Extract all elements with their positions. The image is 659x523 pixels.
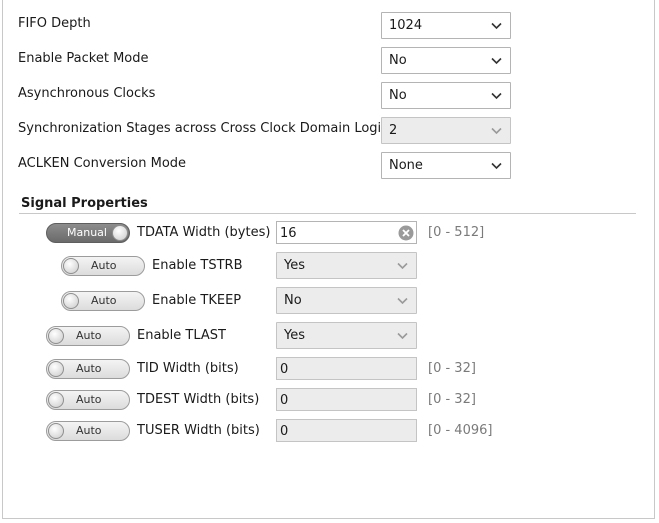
chevron-down-icon	[491, 92, 502, 100]
sync-stages-label: Synchronization Stages across Cross Cloc…	[18, 121, 389, 136]
enable-packet-mode-value: No	[389, 53, 407, 68]
toggle-label: Manual	[67, 226, 107, 239]
enable-tlast-value: Yes	[284, 328, 305, 343]
chevron-down-icon	[491, 57, 502, 65]
tdata-width-mode-toggle[interactable]: Manual	[46, 223, 130, 243]
tuser-width-input[interactable]: 0	[276, 419, 417, 442]
toggle-knob	[112, 225, 128, 241]
toggle-label: Auto	[76, 362, 102, 375]
toggle-label: Auto	[76, 424, 102, 437]
tdata-width-label: TDATA Width (bytes)	[137, 225, 271, 240]
enable-tkeep-mode-toggle[interactable]: Auto	[61, 291, 145, 311]
toggle-knob	[48, 361, 64, 377]
sync-stages-select[interactable]: 2	[381, 117, 511, 144]
clear-icon[interactable]	[398, 225, 414, 241]
tdest-width-value: 0	[280, 393, 289, 408]
signal-properties-title: Signal Properties	[21, 196, 148, 211]
toggle-knob	[63, 293, 79, 309]
tid-width-label: TID Width (bits)	[137, 361, 239, 376]
configuration-panel: FIFO Depth 1024 Enable Packet Mode No As…	[2, 0, 655, 519]
enable-packet-mode-select[interactable]: No	[381, 47, 511, 74]
tuser-width-mode-toggle[interactable]: Auto	[46, 421, 130, 441]
chevron-down-icon	[491, 162, 502, 170]
enable-tkeep-label: Enable TKEEP	[152, 293, 242, 308]
chevron-down-icon	[491, 127, 502, 135]
enable-tstrb-value: Yes	[284, 258, 305, 273]
toggle-knob	[48, 328, 64, 344]
asynchronous-clocks-select[interactable]: No	[381, 82, 511, 109]
tid-width-mode-toggle[interactable]: Auto	[46, 359, 130, 379]
enable-tlast-mode-toggle[interactable]: Auto	[46, 326, 130, 346]
tuser-width-value: 0	[280, 424, 289, 439]
sync-stages-value: 2	[389, 123, 398, 138]
tid-width-value: 0	[280, 362, 289, 377]
enable-packet-mode-label: Enable Packet Mode	[18, 51, 149, 66]
chevron-down-icon	[397, 332, 408, 340]
tdest-width-input[interactable]: 0	[276, 388, 417, 411]
tdest-width-mode-toggle[interactable]: Auto	[46, 390, 130, 410]
enable-tstrb-label: Enable TSTRB	[152, 258, 243, 273]
asynchronous-clocks-value: No	[389, 88, 407, 103]
aclken-conversion-mode-select[interactable]: None	[381, 152, 511, 179]
enable-tstrb-mode-toggle[interactable]: Auto	[61, 256, 145, 276]
tdest-width-range: [0 - 32]	[428, 392, 476, 407]
tuser-width-label: TUSER Width (bits)	[137, 423, 260, 438]
toggle-label: Auto	[91, 259, 117, 272]
fifo-depth-label: FIFO Depth	[18, 16, 91, 31]
enable-tkeep-select[interactable]: No	[276, 287, 417, 314]
toggle-label: Auto	[76, 393, 102, 406]
tid-width-range: [0 - 32]	[428, 361, 476, 376]
enable-tkeep-value: No	[284, 293, 302, 308]
toggle-knob	[63, 258, 79, 274]
fifo-depth-select[interactable]: 1024	[381, 12, 511, 39]
toggle-label: Auto	[91, 294, 117, 307]
enable-tlast-select[interactable]: Yes	[276, 322, 417, 349]
tdata-width-value: 16	[280, 226, 297, 241]
toggle-label: Auto	[76, 329, 102, 342]
chevron-down-icon	[397, 262, 408, 270]
enable-tstrb-select[interactable]: Yes	[276, 252, 417, 279]
section-divider	[19, 213, 636, 214]
enable-tlast-label: Enable TLAST	[137, 328, 226, 343]
toggle-knob	[48, 392, 64, 408]
tid-width-input[interactable]: 0	[276, 357, 417, 380]
tdata-width-input[interactable]: 16	[276, 221, 417, 244]
chevron-down-icon	[397, 297, 408, 305]
aclken-conversion-mode-value: None	[389, 158, 423, 173]
fifo-depth-value: 1024	[389, 18, 423, 33]
aclken-conversion-mode-label: ACLKEN Conversion Mode	[18, 156, 187, 171]
chevron-down-icon	[491, 22, 502, 30]
tdest-width-label: TDEST Width (bits)	[137, 392, 260, 407]
tdata-width-range: [0 - 512]	[428, 225, 485, 240]
tuser-width-range: [0 - 4096]	[428, 423, 493, 438]
toggle-knob	[48, 423, 64, 439]
asynchronous-clocks-label: Asynchronous Clocks	[18, 86, 156, 101]
